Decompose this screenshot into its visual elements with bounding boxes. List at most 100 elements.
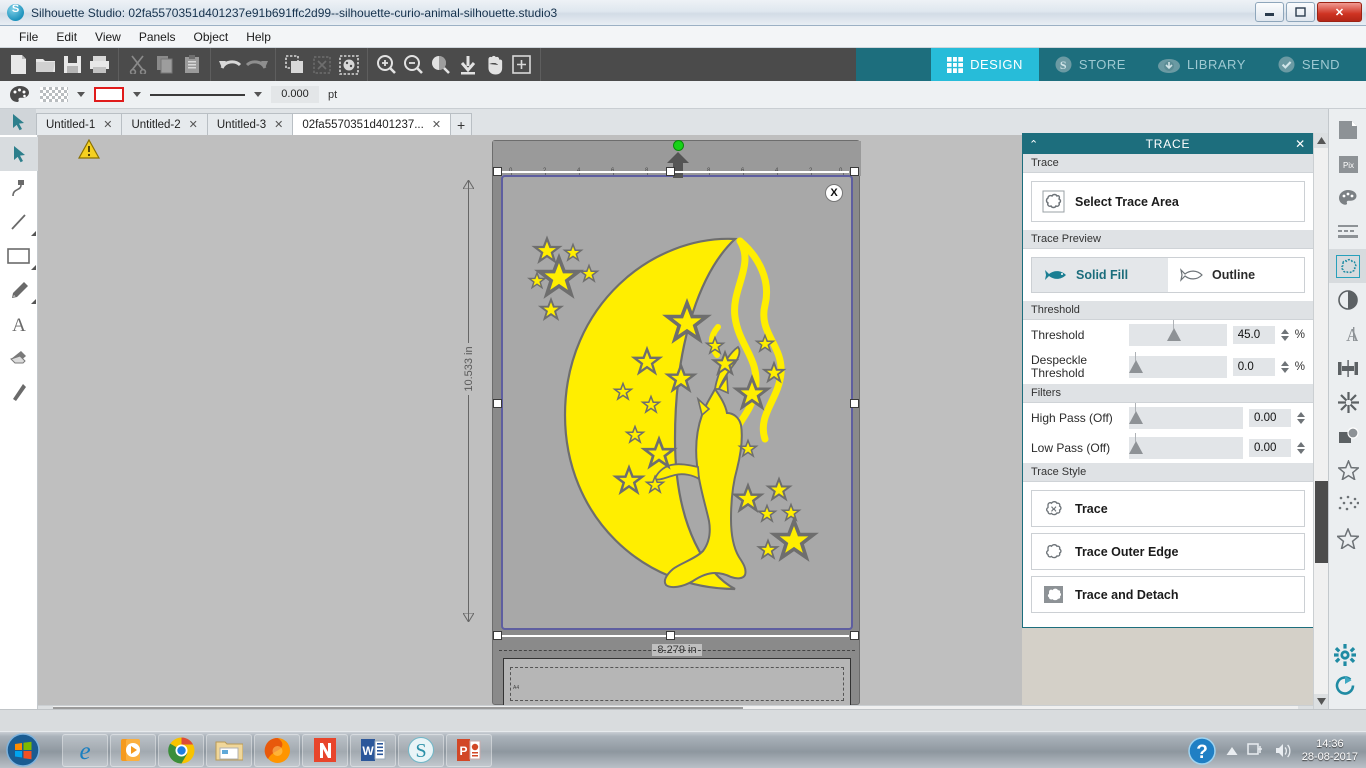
line-color-swatch[interactable] [94,87,124,102]
high-pass-stepper[interactable] [1297,412,1305,424]
line-style-icon[interactable] [1329,215,1366,249]
pencil-tool-flyout-arrow[interactable] [31,299,36,304]
rectangle-tool-flyout-arrow[interactable] [31,265,36,270]
zoom-in-icon[interactable] [373,51,400,78]
open-folder-icon[interactable] [32,51,59,78]
high-pass-slider[interactable] [1129,403,1243,429]
line-style-preview[interactable] [150,93,245,96]
rotation-handle[interactable] [673,140,684,151]
sync-refresh-icon[interactable] [1334,675,1356,701]
selection-handle-se[interactable] [850,631,859,640]
doc-tab-close-icon[interactable]: ✕ [189,118,198,131]
selection-handle-n[interactable] [666,167,675,176]
show-hidden-icons-icon[interactable] [1226,746,1238,756]
line-tool-flyout-arrow[interactable] [31,231,36,236]
volume-icon[interactable] [1274,742,1293,759]
doc-tab-untitled-3[interactable]: Untitled-3 ✕ [206,113,294,135]
fill-swatch[interactable] [40,87,68,102]
line-weight-input[interactable]: 0.000 [271,86,319,103]
despeckle-stepper[interactable] [1280,361,1289,373]
sketch-star-icon[interactable] [1329,453,1366,487]
undo-arrow-icon[interactable] [216,51,243,78]
stipple-icon[interactable] [1329,487,1366,521]
despeckle-slider[interactable] [1129,352,1227,378]
pan-hand-icon[interactable] [481,51,508,78]
paste-clipboard-icon[interactable] [178,51,205,78]
low-pass-value[interactable]: 0.00 [1249,439,1291,457]
artwork-mat[interactable]: X [501,175,853,630]
fit-to-page-icon[interactable] [454,51,481,78]
text-style-icon[interactable]: A [1329,317,1366,351]
threshold-value[interactable]: 45.0 [1232,326,1275,344]
solid-fill-button[interactable]: Solid Fill [1032,258,1168,292]
start-orb-icon[interactable] [0,732,46,768]
new-document-icon[interactable] [5,51,32,78]
scroll-up-arrow-icon[interactable] [1314,133,1329,148]
file-explorer-icon[interactable] [206,733,252,767]
settings-gear-icon[interactable] [1334,644,1356,671]
line-color-dropdown-caret[interactable] [133,92,141,97]
align-icon[interactable] [1329,351,1366,385]
rhinestone-icon[interactable] [1329,521,1366,555]
doc-tab-close-icon[interactable]: ✕ [274,118,283,131]
zoom-region-icon[interactable] [508,51,535,78]
menu-item-file[interactable]: File [10,28,47,46]
rectangle-tool[interactable] [0,239,38,273]
internet-explorer-icon[interactable]: e [62,733,108,767]
powerpoint-icon[interactable]: P [446,733,492,767]
fill-dropdown-caret[interactable] [77,92,85,97]
line-tool[interactable] [0,205,38,239]
high-pass-value[interactable]: 0.00 [1249,409,1291,427]
mode-store[interactable]: S STORE [1038,48,1142,81]
modify-icon[interactable] [1329,385,1366,419]
pixscan-icon[interactable]: Pix [1329,147,1366,181]
canvas-vertical-scrollbar[interactable] [1313,133,1329,709]
low-pass-stepper[interactable] [1297,442,1305,454]
menu-item-view[interactable]: View [86,28,130,46]
threshold-slider-thumb[interactable] [1167,320,1182,341]
select-trace-area-button[interactable]: Select Trace Area [1031,181,1305,222]
cut-scissors-icon[interactable] [124,51,151,78]
fill-color-icon[interactable] [1329,181,1366,215]
trace-panel-icon[interactable] [1329,249,1366,283]
mode-design[interactable]: DESIGN [931,48,1039,81]
duplicate-icon[interactable] [281,51,308,78]
text-tool[interactable]: A [0,307,38,341]
save-icon[interactable] [59,51,86,78]
knife-tool[interactable] [0,375,38,409]
clock[interactable]: 14:36 28-08-2017 [1302,738,1358,764]
network-icon[interactable] [1246,742,1265,759]
eraser-tool[interactable] [0,341,38,375]
select-arrow-tool[interactable] [0,137,38,171]
threshold-stepper[interactable] [1280,329,1289,341]
selection-handle-s[interactable] [666,631,675,640]
doc-tab-close-icon[interactable]: ✕ [432,118,441,131]
mode-send[interactable]: SEND [1261,48,1356,81]
menu-item-edit[interactable]: Edit [47,28,86,46]
threshold-slider[interactable] [1129,320,1227,346]
low-pass-slider[interactable] [1129,433,1243,459]
offset-icon[interactable] [1329,283,1366,317]
paste-in-front-icon[interactable] [335,51,362,78]
delete-icon[interactable] [308,51,335,78]
selection-handle-sw[interactable] [493,631,502,640]
menu-item-object[interactable]: Object [185,28,238,46]
scroll-down-arrow-icon[interactable] [1314,694,1329,709]
google-chrome-icon[interactable] [158,733,204,767]
shadow-icon[interactable] [1329,419,1366,453]
print-icon[interactable] [86,51,113,78]
copy-icon[interactable] [151,51,178,78]
despeckle-slider-thumb[interactable] [1129,352,1143,373]
media-player-icon[interactable] [110,733,156,767]
selection-handle-e[interactable] [850,399,859,408]
zoom-selection-icon[interactable] [427,51,454,78]
doc-tab-untitled-2[interactable]: Untitled-2 ✕ [121,113,208,135]
selection-handle-ne[interactable] [850,167,859,176]
document-page[interactable]: 0 2 4 6 8 8 6 4 2 0 10.533 in X [461,140,861,709]
cat-moon-stars-silhouette[interactable] [503,177,855,632]
chevron-up-icon[interactable]: ⌃ [1029,138,1039,151]
close-icon[interactable]: ✕ [1295,137,1306,151]
menu-item-panels[interactable]: Panels [130,28,185,46]
trace-outer-edge-button[interactable]: Trace Outer Edge [1031,533,1305,570]
high-pass-slider-thumb[interactable] [1129,403,1143,424]
